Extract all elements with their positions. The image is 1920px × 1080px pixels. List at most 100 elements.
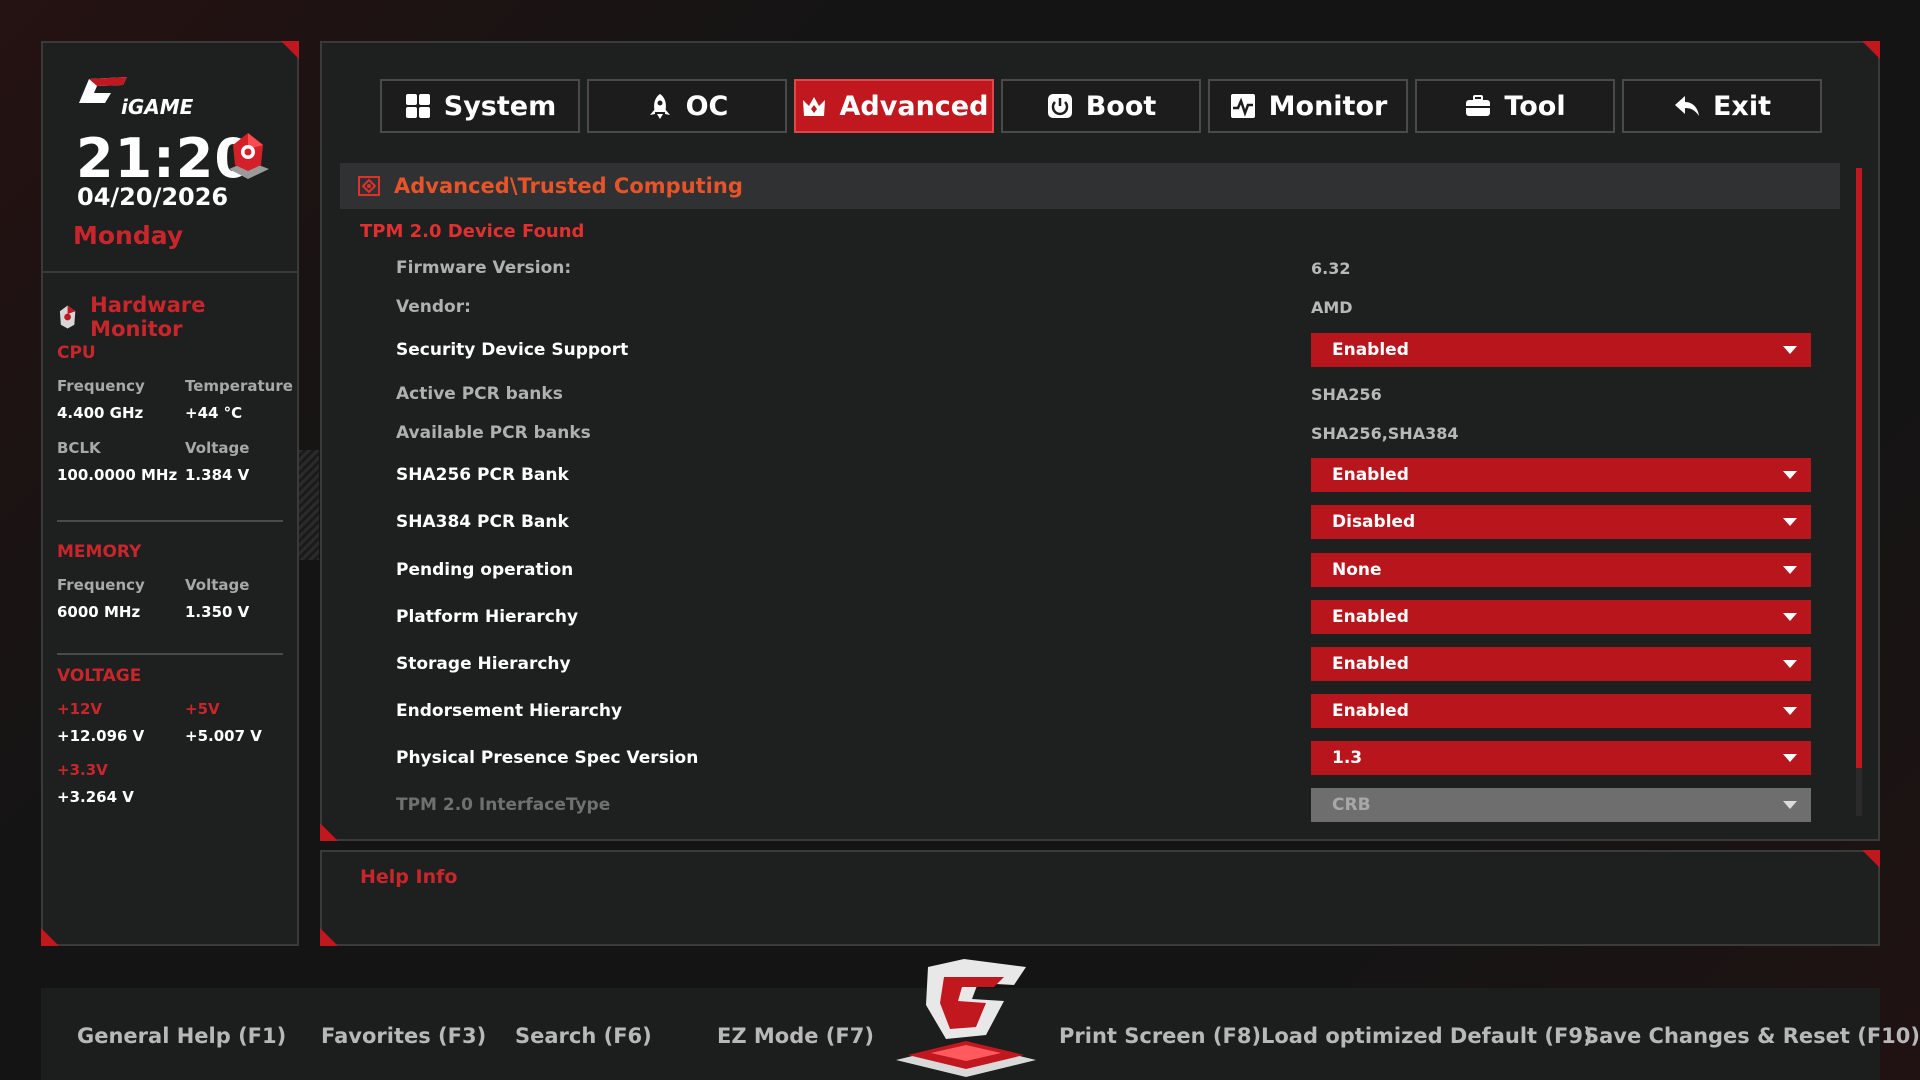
- setting-label: Security Device Support: [396, 340, 629, 360]
- setting-row-available-pcr-banks: Available PCR banks SHA256,SHA384: [396, 415, 1816, 451]
- decorative-hatch: [299, 450, 319, 560]
- tpm-interface-type-dropdown: CRB: [1311, 788, 1811, 822]
- tab-label: Tool: [1504, 90, 1566, 122]
- tab-exit[interactable]: Exit: [1622, 79, 1822, 133]
- pending-operation-dropdown[interactable]: None: [1311, 553, 1811, 587]
- voltage-section-title: VOLTAGE: [57, 666, 142, 686]
- setting-value: SHA256: [1311, 384, 1382, 404]
- cpu-frequency-label: Frequency: [57, 377, 145, 395]
- physical-presence-spec-version-dropdown[interactable]: 1.3: [1311, 741, 1811, 775]
- setting-label: Pending operation: [396, 560, 574, 580]
- caret-down-icon: [1783, 660, 1797, 668]
- caret-down-icon: [1783, 754, 1797, 762]
- v5-value: +5.007 V: [185, 727, 262, 745]
- cpu-temperature-label: Temperature: [185, 377, 293, 395]
- cpu-bclk-value: 100.0000 MHz: [57, 466, 178, 484]
- divider: [57, 653, 283, 655]
- divider: [43, 271, 297, 273]
- dropdown-value: Enabled: [1332, 340, 1409, 360]
- sha384-pcr-bank-dropdown[interactable]: Disabled: [1311, 505, 1811, 539]
- general-help-button[interactable]: General Help (F1): [77, 1024, 286, 1048]
- crown-icon: [802, 97, 825, 116]
- hardware-monitor-header: Hardware Monitor: [57, 293, 297, 341]
- sidebar: iGAME 21:20 04/20/2026 Monday Hardware M…: [41, 41, 299, 946]
- corner-accent: [1862, 41, 1880, 59]
- caret-down-icon: [1783, 518, 1797, 526]
- v12-value: +12.096 V: [57, 727, 145, 745]
- tab-system[interactable]: System: [380, 79, 580, 133]
- setting-row-pending-operation: Pending operation None: [396, 552, 1816, 588]
- v33-label: +3.3V: [57, 761, 108, 779]
- cpu-voltage-label: Voltage: [185, 439, 250, 457]
- v33-value: +3.264 V: [57, 788, 134, 806]
- rocket-icon: [649, 94, 670, 119]
- scrollbar[interactable]: [1856, 168, 1862, 816]
- tab-monitor[interactable]: Monitor: [1208, 79, 1408, 133]
- caret-down-icon: [1783, 707, 1797, 715]
- tab-label: Exit: [1712, 90, 1772, 122]
- dropdown-value: Disabled: [1332, 512, 1416, 532]
- caret-down-icon: [1783, 566, 1797, 574]
- print-screen-button[interactable]: Print Screen (F8): [1059, 1024, 1261, 1048]
- tab-oc[interactable]: OC: [587, 79, 787, 133]
- load-optimized-default-button[interactable]: Load optimized Default (F9): [1261, 1024, 1593, 1048]
- setting-value: 6.32: [1311, 258, 1351, 278]
- setting-row-active-pcr-banks: Active PCR banks SHA256: [396, 376, 1816, 412]
- memory-voltage-value: 1.350 V: [185, 603, 250, 621]
- tab-label: System: [443, 90, 557, 122]
- setting-row-vendor: Vendor: AMD: [396, 289, 1816, 325]
- memory-section-title: MEMORY: [57, 542, 142, 562]
- trusted-computing-icon: [358, 176, 380, 196]
- setting-label: Firmware Version:: [396, 258, 572, 278]
- setting-row-tpm-interface-type: TPM 2.0 InterfaceType CRB: [396, 787, 1816, 823]
- setting-row-storage-hierarchy: Storage Hierarchy Enabled: [396, 646, 1816, 682]
- cpu-voltage-value: 1.384 V: [185, 466, 250, 484]
- favorites-button[interactable]: Favorites (F3): [321, 1024, 486, 1048]
- clock-date: 04/20/2026: [77, 183, 229, 211]
- search-button[interactable]: Search (F6): [515, 1024, 652, 1048]
- ez-mode-button[interactable]: EZ Mode (F7): [717, 1024, 874, 1048]
- setting-label: Physical Presence Spec Version: [396, 748, 699, 768]
- setting-row-physical-presence-spec-version: Physical Presence Spec Version 1.3: [396, 740, 1816, 776]
- tab-tool[interactable]: Tool: [1415, 79, 1615, 133]
- setting-label: Platform Hierarchy: [396, 607, 579, 627]
- v5-label: +5V: [185, 700, 220, 718]
- robot-mascot-icon: [229, 133, 269, 179]
- setting-row-endorsement-hierarchy: Endorsement Hierarchy Enabled: [396, 693, 1816, 729]
- setting-label: Endorsement Hierarchy: [396, 701, 623, 721]
- setting-label: Storage Hierarchy: [396, 654, 571, 674]
- breadcrumb-path: Advanced\Trusted Computing: [394, 174, 743, 198]
- storage-hierarchy-dropdown[interactable]: Enabled: [1311, 647, 1811, 681]
- endorsement-hierarchy-dropdown[interactable]: Enabled: [1311, 694, 1811, 728]
- pulse-icon: [1230, 94, 1255, 118]
- clock-day: Monday: [73, 221, 184, 250]
- sha256-pcr-bank-dropdown[interactable]: Enabled: [1311, 458, 1811, 492]
- scrollbar-thumb[interactable]: [1856, 168, 1862, 768]
- corner-accent: [41, 928, 59, 946]
- tab-boot[interactable]: Boot: [1001, 79, 1201, 133]
- setting-label: SHA256 PCR Bank: [396, 465, 569, 485]
- setting-label: Vendor:: [396, 297, 471, 317]
- memory-frequency-label: Frequency: [57, 576, 145, 594]
- corner-accent: [320, 823, 338, 841]
- setting-label: Active PCR banks: [396, 384, 563, 404]
- tab-advanced[interactable]: Advanced: [794, 79, 994, 133]
- igame-logo: iGAME: [79, 77, 194, 119]
- dropdown-value: None: [1332, 560, 1382, 580]
- setting-label: Available PCR banks: [396, 423, 591, 443]
- memory-frequency-value: 6000 MHz: [57, 603, 141, 621]
- setting-row-sha384-pcr-bank: SHA384 PCR Bank Disabled: [396, 504, 1816, 540]
- tpm-status-heading: TPM 2.0 Device Found: [360, 221, 585, 242]
- help-panel: Help Info: [320, 850, 1880, 946]
- caret-down-icon: [1783, 471, 1797, 479]
- cpu-frequency-value: 4.400 GHz: [57, 404, 144, 422]
- cpu-bclk-label: BCLK: [57, 439, 101, 457]
- platform-hierarchy-dropdown[interactable]: Enabled: [1311, 600, 1811, 634]
- toolbox-icon: [1466, 95, 1491, 116]
- security-device-support-dropdown[interactable]: Enabled: [1311, 333, 1811, 367]
- v12-label: +12V: [57, 700, 103, 718]
- save-changes-reset-button[interactable]: Save Changes & Reset (F10): [1584, 1024, 1920, 1048]
- setting-value: AMD: [1311, 297, 1353, 317]
- dropdown-value: Enabled: [1332, 607, 1409, 627]
- tab-bar: System OC Advanced Boot Monitor Tool Exi…: [380, 79, 1822, 133]
